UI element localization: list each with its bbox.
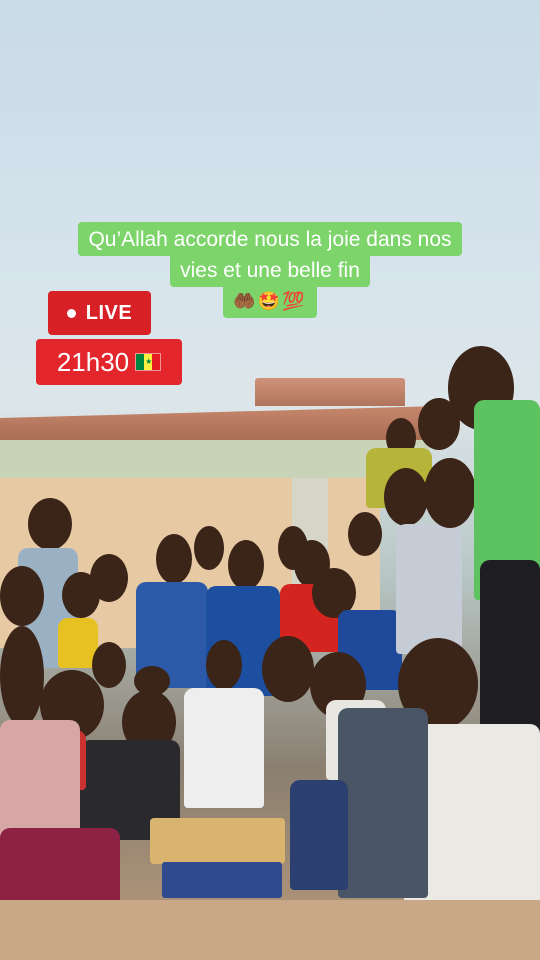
background-photo bbox=[0, 0, 540, 960]
ground bbox=[0, 900, 540, 960]
blue-cloth bbox=[162, 862, 282, 898]
senegal-flag-icon bbox=[135, 353, 162, 371]
live-badge: LIVE bbox=[48, 291, 151, 335]
time-badge: 21h30 bbox=[36, 339, 182, 385]
caption-emojis: 🤲🏾🤩💯 bbox=[223, 284, 317, 318]
time-label: 21h30 bbox=[56, 346, 130, 377]
caption-line-1: Qu’Allah accorde nous la joie dans nos bbox=[78, 222, 462, 256]
live-dot-icon bbox=[66, 308, 76, 318]
roof bbox=[0, 406, 440, 442]
mat bbox=[150, 818, 285, 864]
live-label: LIVE bbox=[85, 301, 133, 324]
caption-line-2: vies et une belle fin bbox=[170, 253, 370, 287]
roof-top bbox=[255, 378, 405, 406]
